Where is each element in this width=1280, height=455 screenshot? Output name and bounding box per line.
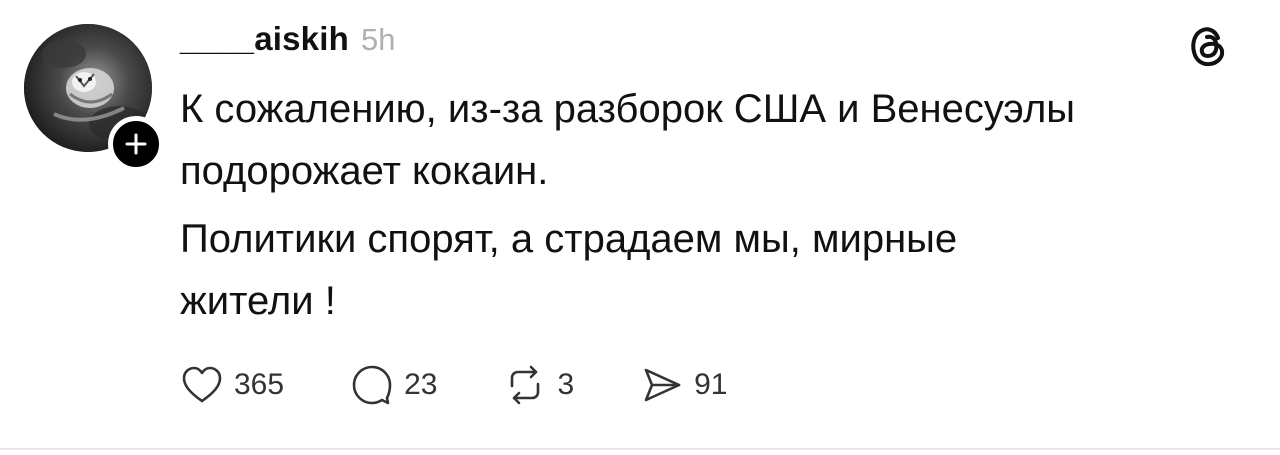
comment-count: 23 [404,368,438,401]
share-count: 91 [694,368,728,401]
share-button[interactable]: 91 [640,363,728,407]
thread-post: ____aiskih 5h К сожалению, из-за разборо… [0,0,1280,455]
threads-logo-icon [1188,24,1228,68]
heart-icon [180,363,224,407]
username-link[interactable]: ____aiskih [180,20,349,58]
post-paragraph: К сожалению, из-за разборок США и Венесу… [180,87,1076,193]
repost-button[interactable]: 3 [503,363,574,407]
post-header: ____aiskih 5h [180,20,395,70]
comment-bubble-icon [350,363,394,407]
repost-count: 3 [557,368,575,401]
action-bar: 365 23 3 91 [180,360,794,410]
post-paragraph: Политики спорят, а страдаем мы, мирные ж… [180,217,958,323]
comment-button[interactable]: 23 [350,363,437,407]
like-button[interactable]: 365 [180,363,284,407]
plus-icon [125,133,147,155]
post-body: К сожалению, из-за разборок США и Венесу… [180,78,1240,338]
repost-icon [503,363,547,407]
send-icon [640,363,684,407]
avatar-container[interactable] [24,24,164,172]
post-divider [0,448,1280,450]
like-count: 365 [234,368,285,401]
follow-button[interactable] [108,116,164,172]
post-timestamp: 5h [360,22,396,57]
